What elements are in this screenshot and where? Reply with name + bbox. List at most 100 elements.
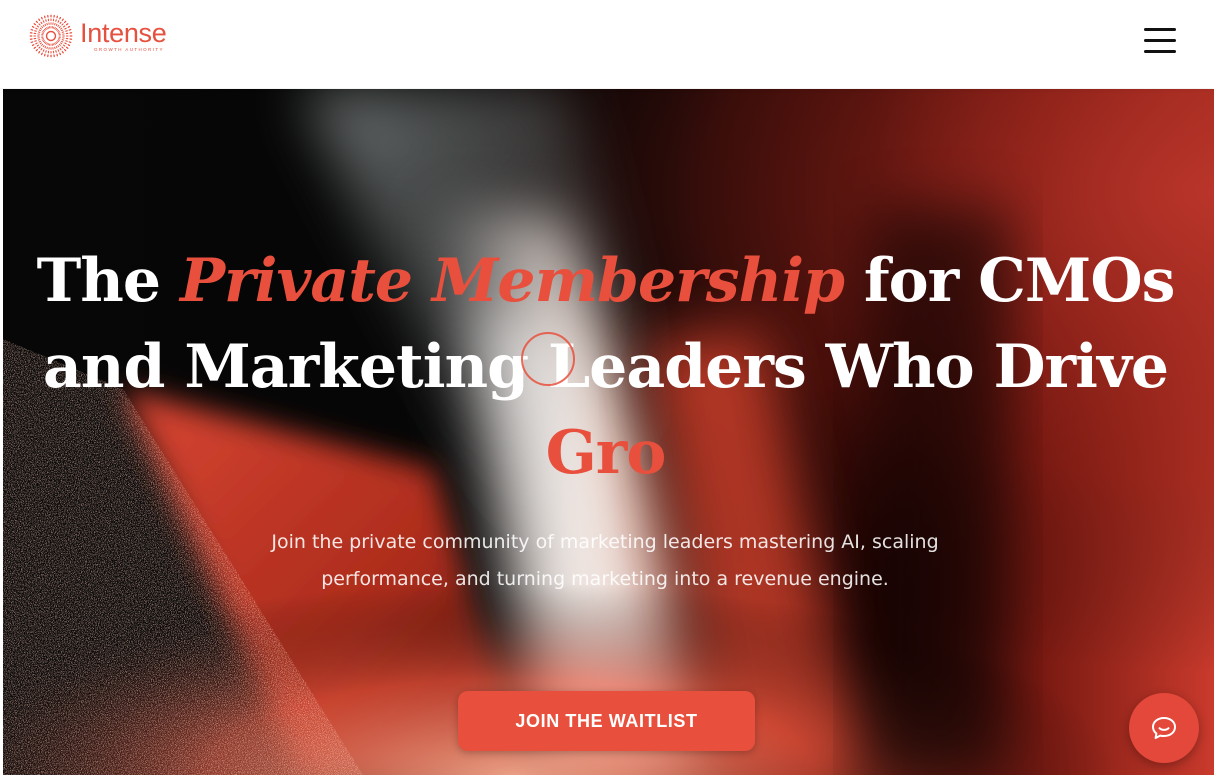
logo-ray	[57, 29, 60, 32]
page: Intense GROWTH AUTHORITY The Private Mem…	[0, 0, 1214, 775]
logo-ray	[60, 29, 64, 32]
logo-ray	[42, 20, 45, 23]
logo-ray	[38, 29, 42, 32]
logo-ray	[31, 25, 35, 28]
logo-ray	[60, 27, 63, 30]
logo-ray	[56, 28, 59, 31]
cursor-ring-indicator	[521, 332, 575, 386]
logo-ray	[64, 27, 67, 30]
logo-ray	[40, 16, 43, 20]
logo-ray	[54, 42, 56, 45]
logo-ray	[65, 23, 69, 26]
sunburst-logo-icon	[29, 14, 73, 58]
heading-accent-text: Private Membership	[179, 246, 845, 316]
logo-ray	[44, 23, 47, 27]
logo-link[interactable]: Intense GROWTH AUTHORITY	[27, 12, 167, 60]
logo-ray	[65, 46, 69, 49]
site-header: Intense GROWTH AUTHORITY	[0, 0, 1214, 88]
logo-ray	[36, 25, 40, 28]
logo-ray	[61, 50, 64, 54]
logo-ray	[42, 39, 45, 41]
logo-ray	[57, 40, 60, 43]
logo-ray	[58, 43, 61, 46]
logo-ray	[56, 41, 59, 44]
logo-ray	[38, 40, 42, 43]
logo-ray	[43, 28, 46, 31]
heading-text-start: The	[36, 246, 180, 316]
logo-ray	[57, 20, 60, 23]
logo-ray	[35, 27, 38, 30]
menu-bar-top	[1144, 28, 1176, 31]
logo-ray	[43, 41, 46, 44]
logo-ray	[61, 46, 64, 49]
hamburger-menu-icon[interactable]	[1140, 25, 1180, 57]
logo-ray	[42, 29, 45, 32]
hero-heading: The Private Membership for CMOs and Mark…	[0, 238, 1211, 496]
logo-ray	[42, 49, 45, 52]
logo-wordmark: Intense	[80, 18, 167, 48]
logo-ray	[55, 42, 58, 45]
logo-ray	[42, 24, 45, 27]
heading-accent-end: Gro	[545, 418, 667, 488]
logo-ray	[40, 21, 43, 25]
logo-ray	[40, 52, 43, 56]
logo-ray	[42, 40, 45, 43]
chat-bubble-icon	[1152, 717, 1176, 739]
logo-ray	[64, 42, 67, 45]
logo-ray	[44, 45, 47, 49]
logo-ray	[39, 42, 42, 45]
logo-ray	[61, 23, 64, 26]
logo-ray	[59, 16, 62, 20]
logo-ray	[57, 24, 60, 27]
logo-ray	[46, 42, 48, 45]
logo-ray	[44, 27, 47, 30]
logo-ray	[59, 21, 62, 25]
menu-bar-middle	[1144, 39, 1176, 42]
hero-subtitle: Join the private community of marketing …	[271, 531, 939, 590]
logo-ray	[61, 18, 64, 22]
logo-text-group: Intense GROWTH AUTHORITY	[80, 18, 167, 53]
logo-ray	[59, 47, 62, 51]
logo-ray	[57, 45, 60, 48]
logo-ray	[57, 39, 60, 41]
join-waitlist-button[interactable]: JOIN THE WAITLIST	[458, 691, 755, 751]
logo-ray	[38, 50, 41, 54]
logo-ray	[38, 23, 41, 26]
chat-launcher-button[interactable]	[1129, 693, 1199, 763]
logo-ray	[57, 31, 60, 33]
logo-ray	[58, 26, 61, 29]
logo-ray	[44, 42, 47, 45]
logo-ray	[42, 45, 45, 48]
logo-ray	[33, 46, 37, 49]
logo-ray	[62, 25, 66, 28]
logo-ray	[57, 49, 60, 52]
logo-ray	[60, 42, 63, 45]
logo-ray	[38, 46, 41, 49]
logo-ray	[46, 27, 48, 30]
logo-ray	[39, 27, 42, 30]
logo-ray	[55, 27, 58, 30]
logo-ray	[63, 20, 67, 24]
logo-ray	[40, 47, 43, 51]
logo-ray	[60, 40, 64, 43]
logo-ray	[63, 48, 67, 52]
logo-ray	[59, 52, 62, 56]
logo-tagline: GROWTH AUTHORITY	[94, 47, 164, 52]
logo-ray	[41, 43, 44, 46]
logo-ray	[35, 48, 39, 52]
logo-ray	[55, 45, 58, 49]
logo-ray	[67, 44, 71, 47]
logo-ray	[38, 18, 41, 22]
logo-ray	[35, 20, 39, 24]
logo-ray	[33, 23, 37, 26]
logo-ray	[54, 27, 56, 30]
logo-ray	[67, 25, 71, 28]
menu-bar-bottom	[1144, 50, 1176, 53]
logo-ray	[55, 23, 58, 27]
logo-ray	[36, 44, 40, 47]
logo-ray	[31, 44, 35, 47]
logo-ray	[35, 42, 38, 45]
logo-ray	[42, 31, 45, 33]
logo-ray	[62, 44, 66, 47]
logo-ray	[41, 26, 44, 29]
